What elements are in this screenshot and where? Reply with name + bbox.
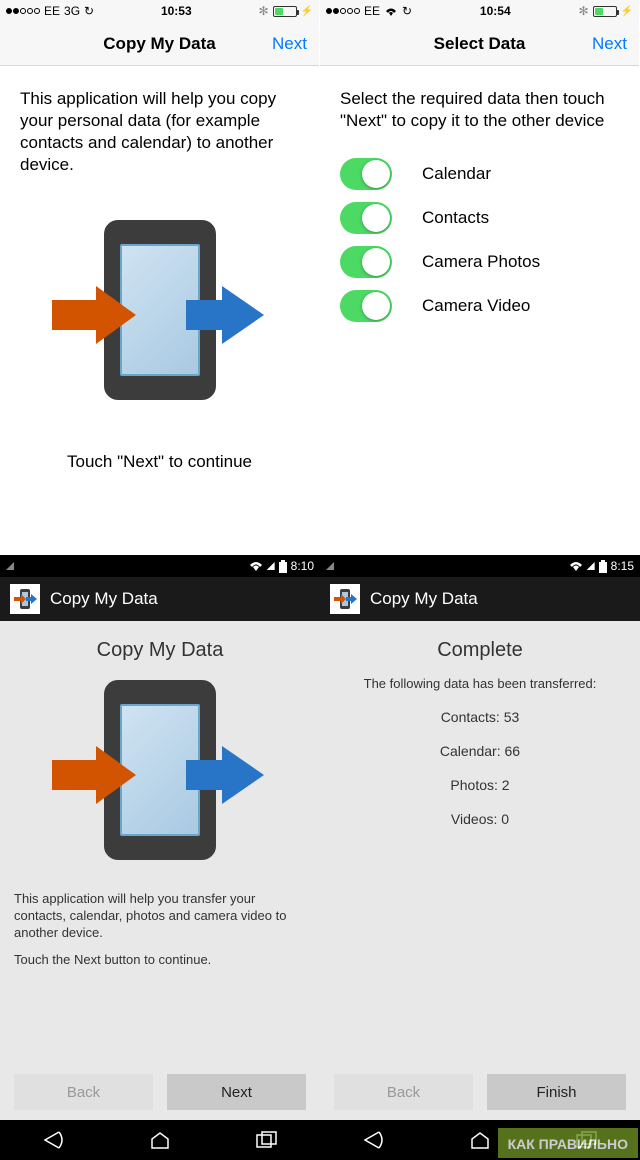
wifi-icon (249, 561, 263, 571)
result-contacts: Contacts: 53 (334, 709, 626, 725)
status-time: 10:54 (480, 4, 511, 18)
bluetooth-icon: ✻ (578, 4, 588, 18)
toggle-row-photos: Camera Photos (340, 246, 619, 278)
android-screen-complete: 8:15 Copy My Data Complete The following… (320, 555, 640, 1120)
result-videos: Videos: 0 (334, 811, 626, 827)
signal-dots-icon (326, 8, 360, 14)
android-screen-intro: 8:10 Copy My Data Copy My Data This appl… (0, 555, 320, 1120)
description-text-2: Touch the Next button to continue. (14, 952, 306, 969)
android-status-bar: 8:15 (320, 555, 640, 577)
subheading: The following data has been transferred: (334, 676, 626, 691)
result-photos: Photos: 2 (334, 777, 626, 793)
sync-icon: ↻ (84, 4, 94, 18)
ios-screen-copy-my-data: EE 3G ↻ 10:53 ✻ ⚡ Copy My Data Next This… (0, 0, 320, 555)
battery-icon (599, 560, 607, 573)
battery-icon (593, 6, 617, 17)
carrier-label: EE (364, 4, 380, 18)
description-text: This application will help you transfer … (14, 891, 306, 942)
android-app-bar: Copy My Data (320, 577, 640, 621)
bluetooth-icon: ✻ (258, 4, 268, 18)
toggle-contacts[interactable] (340, 202, 392, 234)
signal-icon (6, 562, 14, 570)
page-title: Select Data (434, 34, 526, 54)
wifi-icon (384, 6, 398, 16)
toggle-row-contacts: Contacts (340, 202, 619, 234)
cell-icon (587, 562, 595, 570)
watermark: КАК ПРАВИЛЬНО (498, 1128, 638, 1158)
sync-icon: ↻ (402, 4, 412, 18)
finish-button[interactable]: Finish (487, 1074, 626, 1110)
signal-dots-icon (6, 8, 40, 14)
toggle-label: Camera Video (422, 296, 530, 316)
app-icon (330, 584, 360, 614)
page-title: Copy My Data (103, 34, 215, 54)
recent-apps-icon[interactable] (253, 1128, 281, 1152)
status-time: 8:15 (611, 559, 634, 573)
next-button[interactable]: Next (272, 34, 307, 54)
toggle-photos[interactable] (340, 246, 392, 278)
appbar-title: Copy My Data (370, 589, 478, 609)
android-status-bar: 8:10 (0, 555, 320, 577)
cell-icon (267, 562, 275, 570)
toggle-label: Camera Photos (422, 252, 540, 272)
prompt-text: Select the required data then touch "Nex… (340, 88, 619, 132)
ios-status-bar: EE ↻ 10:54 ✻ ⚡ (320, 0, 639, 22)
back-button: Back (14, 1074, 153, 1110)
ios-nav-bar: Copy My Data Next (0, 22, 319, 66)
android-system-navbar: КАК ПРАВИЛЬНО (0, 1120, 640, 1160)
toggle-row-video: Camera Video (340, 290, 619, 322)
back-icon[interactable] (39, 1128, 67, 1152)
next-button[interactable]: Next (592, 34, 627, 54)
result-calendar: Calendar: 66 (334, 743, 626, 759)
ios-nav-bar: Select Data Next (320, 22, 639, 66)
toggle-label: Contacts (422, 208, 489, 228)
hint-text: Touch "Next" to continue (20, 451, 299, 473)
ios-screen-select-data: EE ↻ 10:54 ✻ ⚡ Select Data Next Select t… (320, 0, 640, 555)
appbar-title: Copy My Data (50, 589, 158, 609)
battery-icon (279, 560, 287, 573)
button-bar: Back Finish (320, 1064, 640, 1120)
toggle-video[interactable] (340, 290, 392, 322)
toggle-label: Calendar (422, 164, 491, 184)
button-bar: Back Next (0, 1064, 320, 1120)
battery-icon (273, 6, 297, 17)
app-logo-icon (70, 216, 250, 411)
app-logo-icon (70, 676, 250, 871)
screen-heading: Copy My Data (14, 639, 306, 662)
back-icon[interactable] (359, 1128, 387, 1152)
wifi-icon (569, 561, 583, 571)
home-icon[interactable] (146, 1128, 174, 1152)
network-label: 3G (64, 4, 80, 18)
toggle-calendar[interactable] (340, 158, 392, 190)
charging-icon: ⚡ (621, 6, 633, 17)
status-time: 10:53 (161, 4, 192, 18)
charging-icon: ⚡ (301, 6, 313, 17)
ios-status-bar: EE 3G ↻ 10:53 ✻ ⚡ (0, 0, 319, 22)
android-app-bar: Copy My Data (0, 577, 320, 621)
carrier-label: EE (44, 4, 60, 18)
next-button[interactable]: Next (167, 1074, 306, 1110)
screen-heading: Complete (334, 639, 626, 662)
home-icon[interactable] (466, 1128, 494, 1152)
back-button: Back (334, 1074, 473, 1110)
toggle-row-calendar: Calendar (340, 158, 619, 190)
status-time: 8:10 (291, 559, 314, 573)
intro-text: This application will help you copy your… (20, 88, 299, 176)
app-icon (10, 584, 40, 614)
signal-icon (326, 562, 334, 570)
